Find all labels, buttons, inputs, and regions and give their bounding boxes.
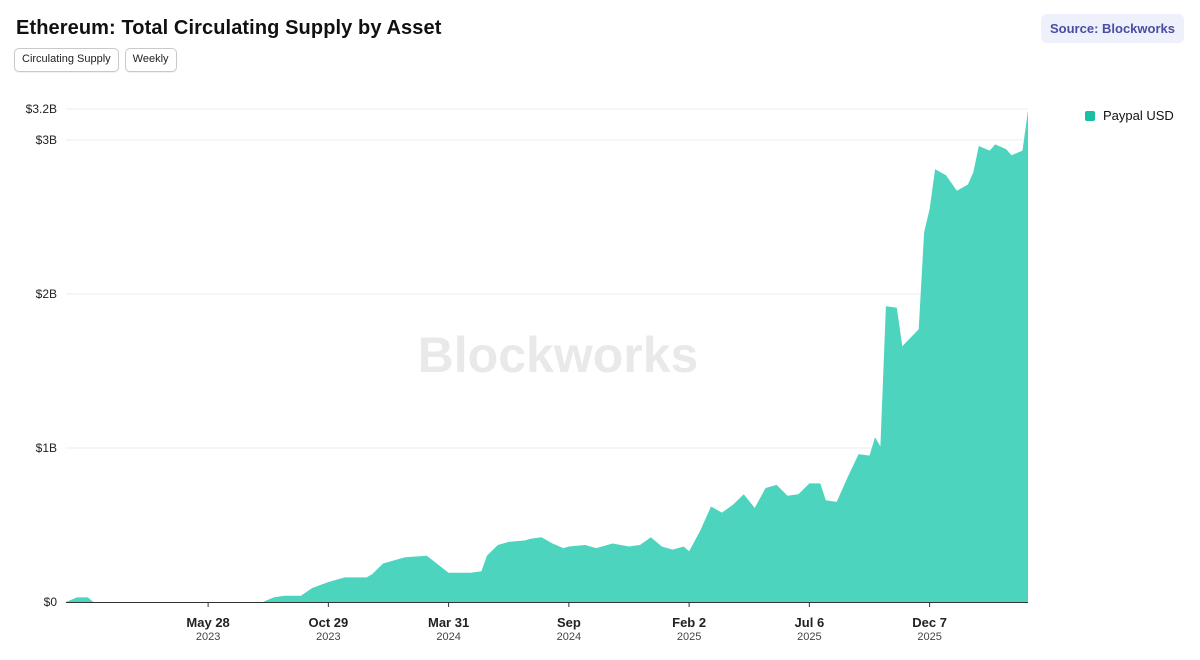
x-tick-label: Oct 29 <box>308 615 348 630</box>
data-point[interactable] <box>403 555 407 559</box>
data-point[interactable] <box>479 569 483 573</box>
data-point[interactable] <box>507 540 511 544</box>
data-point[interactable] <box>392 558 396 562</box>
data-point[interactable] <box>447 571 451 575</box>
data-point[interactable] <box>698 529 702 533</box>
data-point[interactable] <box>370 572 374 576</box>
data-point[interactable] <box>529 537 533 541</box>
data-point[interactable] <box>917 327 921 331</box>
data-point[interactable] <box>807 481 811 485</box>
x-tick-year-label: 2025 <box>797 631 821 643</box>
data-point[interactable] <box>687 549 691 553</box>
data-point[interactable] <box>1021 149 1025 153</box>
data-point[interactable] <box>818 481 822 485</box>
data-point[interactable] <box>884 304 888 308</box>
data-point[interactable] <box>742 492 746 496</box>
watermark-logo: Blockworks <box>418 327 699 383</box>
data-point[interactable] <box>594 546 598 550</box>
data-point[interactable] <box>496 543 500 547</box>
data-point[interactable] <box>878 444 882 448</box>
data-point[interactable] <box>1026 109 1030 113</box>
x-tick-year-label: 2025 <box>677 631 701 643</box>
x-tick-label: Dec 7 <box>912 615 947 630</box>
data-point[interactable] <box>469 571 473 575</box>
y-tick-label: $3B <box>36 133 57 147</box>
data-point[interactable] <box>753 506 757 510</box>
data-point[interactable] <box>764 486 768 490</box>
data-point[interactable] <box>75 595 79 599</box>
data-point[interactable] <box>611 542 615 546</box>
data-point[interactable] <box>835 500 839 504</box>
data-point[interactable] <box>425 554 429 558</box>
x-tick-label: Feb 2 <box>672 615 706 630</box>
data-point[interactable] <box>846 475 850 479</box>
data-point[interactable] <box>551 542 555 546</box>
data-point[interactable] <box>895 306 899 310</box>
data-point[interactable] <box>775 483 779 487</box>
data-point[interactable] <box>627 545 631 549</box>
data-point[interactable] <box>638 543 642 547</box>
data-point[interactable] <box>485 554 489 558</box>
legend[interactable]: Paypal USD <box>1085 108 1174 123</box>
x-tick-label: May 28 <box>186 615 229 630</box>
x-tick-year-label: 2024 <box>557 631 581 643</box>
data-point[interactable] <box>343 575 347 579</box>
data-point[interactable] <box>928 207 932 211</box>
data-point[interactable] <box>857 452 861 456</box>
data-point[interactable] <box>671 548 675 552</box>
data-point[interactable] <box>299 594 303 598</box>
data-point[interactable] <box>1004 147 1008 151</box>
data-point[interactable] <box>660 545 664 549</box>
data-point[interactable] <box>381 562 385 566</box>
data-point[interactable] <box>272 595 276 599</box>
legend-label: Paypal USD <box>1103 108 1174 123</box>
data-point[interactable] <box>1010 153 1014 157</box>
data-point[interactable] <box>868 454 872 458</box>
x-tick-label: Mar 31 <box>428 615 469 630</box>
data-point[interactable] <box>709 505 713 509</box>
y-tick-label: $2B <box>36 287 57 301</box>
data-point[interactable] <box>922 230 926 234</box>
data-point[interactable] <box>796 492 800 496</box>
data-point[interactable] <box>649 535 653 539</box>
y-tick-label: $1B <box>36 441 57 455</box>
data-point[interactable] <box>966 183 970 187</box>
data-point[interactable] <box>731 503 735 507</box>
x-tick-year-label: 2025 <box>917 631 941 643</box>
data-point[interactable] <box>873 435 877 439</box>
data-point[interactable] <box>971 170 975 174</box>
x-tick-label: Jul 6 <box>795 615 825 630</box>
area-chart: Blockworks $0$1B$2B$3B$3.2BMay 282023Oct… <box>26 102 1030 643</box>
x-tick-year-label: 2023 <box>196 631 220 643</box>
data-point[interactable] <box>993 142 997 146</box>
data-point[interactable] <box>933 167 937 171</box>
data-point[interactable] <box>824 498 828 502</box>
data-point[interactable] <box>540 535 544 539</box>
data-point[interactable] <box>944 173 948 177</box>
data-point[interactable] <box>523 538 527 542</box>
data-point[interactable] <box>977 144 981 148</box>
data-point[interactable] <box>583 543 587 547</box>
data-point[interactable] <box>900 344 904 348</box>
y-tick-label: $0 <box>44 595 58 609</box>
x-tick-year-label: 2024 <box>436 631 460 643</box>
x-tick-label: Sep <box>557 615 581 630</box>
data-point[interactable] <box>561 546 565 550</box>
y-tick-label: $3.2B <box>26 102 57 116</box>
data-point[interactable] <box>567 545 571 549</box>
data-point[interactable] <box>326 580 330 584</box>
data-point[interactable] <box>365 575 369 579</box>
data-point[interactable] <box>955 189 959 193</box>
data-point[interactable] <box>310 586 314 590</box>
data-point[interactable] <box>988 149 992 153</box>
data-point[interactable] <box>682 545 686 549</box>
data-point[interactable] <box>86 595 90 599</box>
legend-swatch <box>1085 110 1095 121</box>
data-point[interactable] <box>283 594 287 598</box>
x-tick-year-label: 2023 <box>316 631 340 643</box>
data-point[interactable] <box>786 494 790 498</box>
data-point[interactable] <box>720 511 724 515</box>
